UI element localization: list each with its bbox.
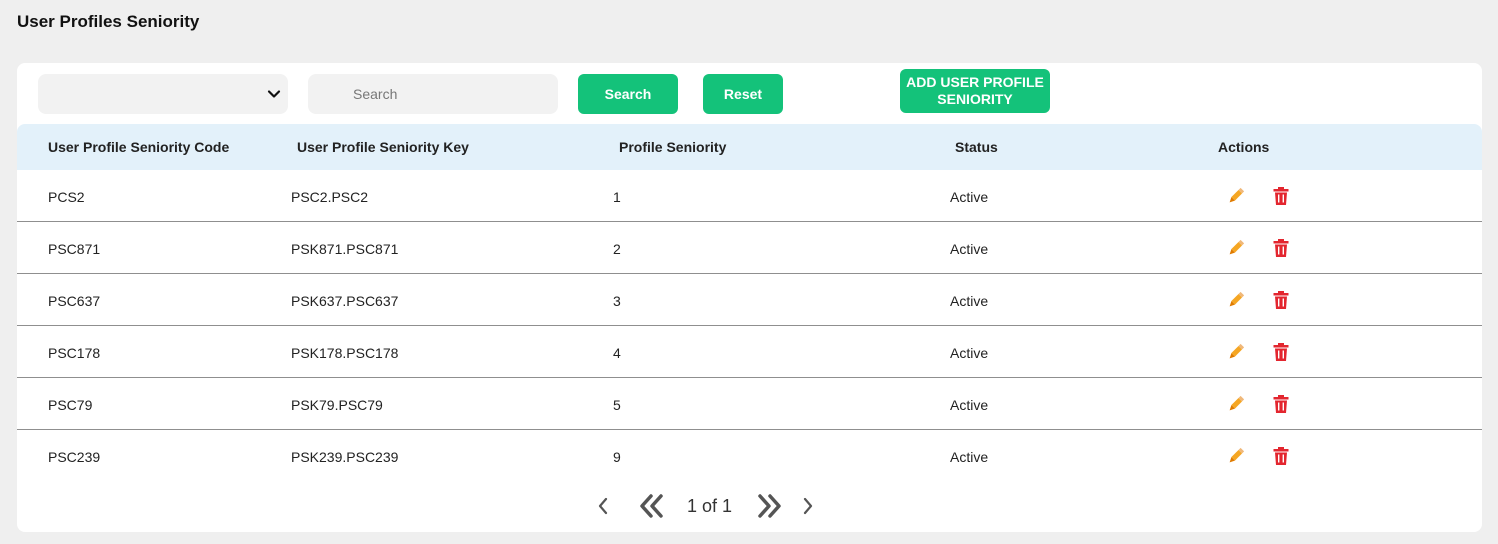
pencil-icon[interactable] [1228,343,1244,361]
cell-code: PSC79 [48,397,93,413]
cell-code: PSC239 [48,449,101,465]
table-body: PCS2 PSC2.PSC2 1 Active PSC871 PSK871.PS… [17,170,1482,482]
chevron-down-icon [267,90,281,98]
cell-status: Active [950,397,989,413]
chevron-right-icon[interactable] [801,496,815,516]
double-chevron-right-icon[interactable] [756,493,784,519]
cell-status: Active [950,241,989,257]
page-indicator: 1 of 1 [687,496,733,516]
table-row: PCS2 PSC2.PSC2 1 Active [17,170,1482,222]
trash-icon[interactable] [1273,239,1289,257]
reset-button[interactable]: Reset [703,74,783,114]
cell-code: PSC637 [48,293,101,309]
chevron-left-icon[interactable] [596,496,610,516]
column-header-code: User Profile Seniority Code [48,139,230,155]
trash-icon[interactable] [1273,447,1289,465]
trash-icon[interactable] [1273,343,1289,361]
cell-key: PSK239.PSC239 [291,449,399,465]
cell-code: PSC871 [48,241,101,257]
cell-key: PSC2.PSC2 [291,189,369,205]
trash-icon[interactable] [1273,187,1289,205]
add-user-profile-seniority-button[interactable]: ADD USER PROFILE SENIORITY [900,69,1050,113]
table-row: PSC871 PSK871.PSC871 2 Active [17,222,1482,274]
content-card: Search Reset ADD USER PROFILE SENIORITY … [17,63,1482,532]
cell-key: PSK178.PSC178 [291,345,399,361]
search-button[interactable]: Search [578,74,678,114]
filter-select[interactable] [38,74,288,114]
column-header-actions: Actions [1218,139,1270,155]
cell-code: PCS2 [48,189,85,205]
table-row: PSC239 PSK239.PSC239 9 Active [17,430,1482,482]
cell-key: PSK637.PSC637 [291,293,399,309]
cell-seniority: 3 [613,293,621,309]
cell-code: PSC178 [48,345,101,361]
trash-icon[interactable] [1273,291,1289,309]
trash-icon[interactable] [1273,395,1289,413]
cell-key: PSK871.PSC871 [291,241,399,257]
cell-seniority: 1 [613,189,621,205]
cell-seniority: 5 [613,397,621,413]
toolbar: Search Reset ADD USER PROFILE SENIORITY [17,63,1482,124]
cell-status: Active [950,449,989,465]
pencil-icon[interactable] [1228,447,1244,465]
column-header-seniority: Profile Seniority [619,139,727,155]
pagination: 1 of 1 [17,490,1482,522]
pencil-icon[interactable] [1228,239,1244,257]
column-header-key: User Profile Seniority Key [297,139,469,155]
cell-seniority: 2 [613,241,621,257]
search-input[interactable] [308,74,558,114]
cell-seniority: 4 [613,345,621,361]
double-chevron-left-icon[interactable] [637,493,665,519]
cell-status: Active [950,293,989,309]
table-row: PSC637 PSK637.PSC637 3 Active [17,274,1482,326]
pencil-icon[interactable] [1228,187,1244,205]
page-title: User Profiles Seniority [17,12,200,31]
table-row: PSC178 PSK178.PSC178 4 Active [17,326,1482,378]
cell-status: Active [950,189,989,205]
table-header: User Profile Seniority Code User Profile… [17,124,1482,170]
cell-seniority: 9 [613,449,621,465]
table-row: PSC79 PSK79.PSC79 5 Active [17,378,1482,430]
pencil-icon[interactable] [1228,395,1244,413]
pencil-icon[interactable] [1228,291,1244,309]
column-header-status: Status [955,139,998,155]
cell-status: Active [950,345,989,361]
cell-key: PSK79.PSC79 [291,397,383,413]
